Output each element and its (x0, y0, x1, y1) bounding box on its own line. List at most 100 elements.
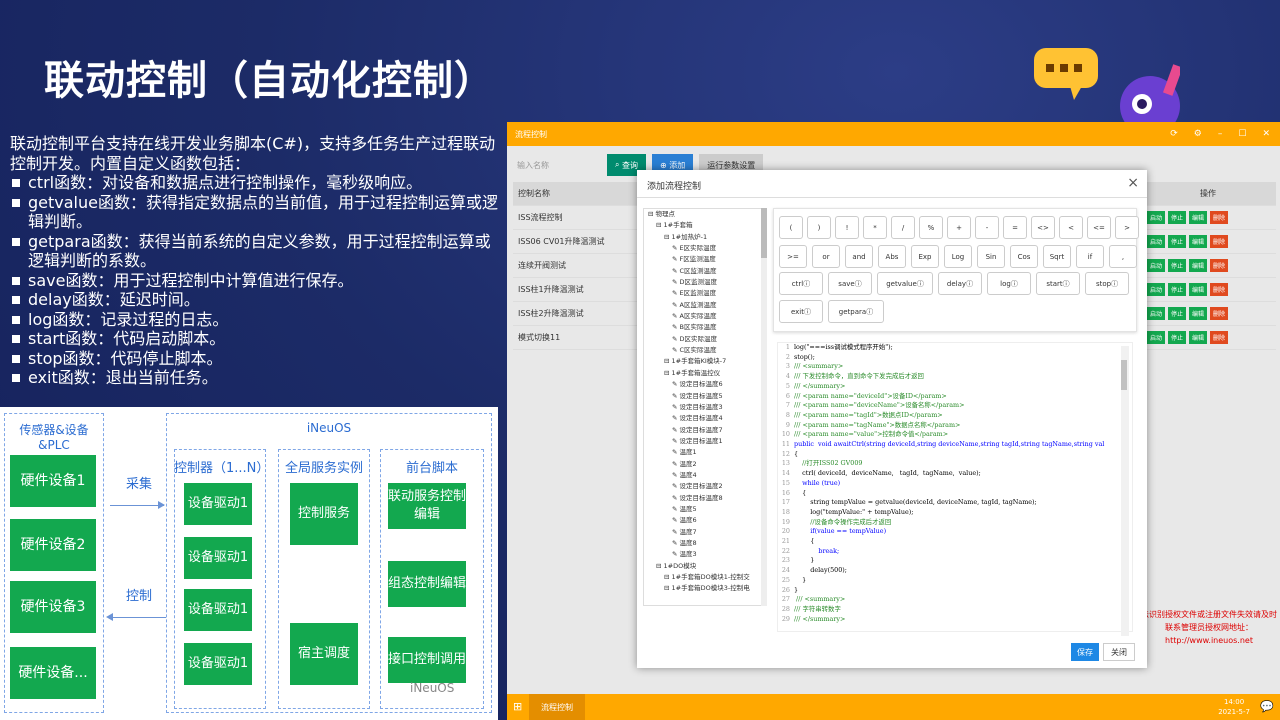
code-editor[interactable]: 1 log("===iss调试模式程序开始"); 2 stop(); 3 /// <sum… (777, 342, 1133, 632)
windows-start-icon[interactable]: ⊞ (513, 700, 522, 713)
func-button[interactable]: - (975, 216, 999, 239)
tree-node[interactable]: ⊟ 物理点 (644, 209, 766, 220)
tree-node[interactable]: ✎ D区实际温度 (644, 334, 766, 345)
close-icon[interactable]: ✕ (1262, 129, 1270, 139)
tree-node[interactable]: ✎ 设定目标温度8 (644, 493, 766, 504)
taskbar-task[interactable]: 流程控制 (529, 694, 585, 720)
tree-node[interactable]: ✎ 设定目标温度6 (644, 379, 766, 390)
tree-node[interactable]: ✎ 温度5 (644, 504, 766, 515)
row-action-button[interactable]: 启动 (1146, 307, 1165, 320)
notification-icon[interactable]: 💬 (1260, 700, 1274, 713)
tree-node[interactable]: ✎ 设定目标温度4 (644, 413, 766, 424)
func-button[interactable]: Exp (911, 245, 939, 268)
tree-node[interactable]: ✎ 设定目标温度1 (644, 436, 766, 447)
func-button[interactable]: > (1115, 216, 1139, 239)
func-button[interactable]: exit ⓘ (779, 300, 823, 323)
row-action-button[interactable]: 编辑 (1188, 235, 1207, 248)
name-search-input[interactable]: 输入名称 (513, 154, 601, 176)
code-scrollbar[interactable] (1121, 346, 1129, 636)
func-button[interactable]: delay ⓘ (938, 272, 982, 295)
maximize-icon[interactable]: ☐ (1238, 129, 1246, 139)
func-button[interactable]: ! (835, 216, 859, 239)
row-action-button[interactable]: 启动 (1146, 235, 1165, 248)
row-action-button[interactable]: 启动 (1146, 331, 1165, 344)
row-action-button[interactable]: 删除 (1209, 331, 1228, 344)
row-action-button[interactable]: 停止 (1167, 307, 1186, 320)
settings-icon[interactable]: ⚙ (1194, 129, 1202, 139)
tree-scrollbar[interactable] (761, 208, 767, 606)
func-button[interactable]: Cos (1010, 245, 1038, 268)
func-button[interactable]: getpara ⓘ (828, 300, 884, 323)
tree-node[interactable]: ✎ E区监测温度 (644, 288, 766, 299)
func-button[interactable]: + (947, 216, 971, 239)
row-action-button[interactable]: 启动 (1146, 283, 1165, 296)
refresh-icon[interactable]: ⟳ (1170, 129, 1178, 139)
row-action-button[interactable]: 启动 (1146, 259, 1165, 272)
close-button[interactable]: 关闭 (1103, 643, 1135, 661)
row-action-button[interactable]: 停止 (1167, 235, 1186, 248)
tree-node[interactable]: ✎ F区监测温度 (644, 254, 766, 265)
save-button[interactable]: 保存 (1071, 643, 1099, 661)
tree-node[interactable]: ✎ E区实际温度 (644, 243, 766, 254)
func-button[interactable]: / (891, 216, 915, 239)
func-button[interactable]: ( (779, 216, 803, 239)
tree-node[interactable]: ✎ 温度4 (644, 470, 766, 481)
tree-node[interactable]: ✎ 温度3 (644, 549, 766, 560)
func-button[interactable]: stop ⓘ (1085, 272, 1129, 295)
row-action-button[interactable]: 编辑 (1188, 259, 1207, 272)
func-button[interactable]: if (1076, 245, 1104, 268)
tree-node[interactable]: ✎ 设定目标温度5 (644, 391, 766, 402)
func-button[interactable]: Sin (977, 245, 1005, 268)
row-action-button[interactable]: 编辑 (1188, 307, 1207, 320)
tree-node[interactable]: ⊟ 1#手套箱温控仪 (644, 368, 766, 379)
func-button[interactable]: log ⓘ (987, 272, 1031, 295)
func-button[interactable]: <> (1031, 216, 1055, 239)
func-button[interactable]: , (1109, 245, 1137, 268)
tree-node[interactable]: ⊟ 1#手套箱 (644, 220, 766, 231)
tree-node[interactable]: ✎ 温度2 (644, 459, 766, 470)
row-action-button[interactable]: 编辑 (1188, 331, 1207, 344)
tree-node[interactable]: ✎ B区实际温度 (644, 322, 766, 333)
row-action-button[interactable]: 停止 (1167, 259, 1186, 272)
func-button[interactable]: Sqrt (1043, 245, 1071, 268)
tree-node[interactable]: ✎ 设定目标温度2 (644, 481, 766, 492)
tree-node[interactable]: ✎ A区监测温度 (644, 300, 766, 311)
minimize-icon[interactable]: – (1218, 129, 1223, 139)
func-button[interactable]: and (845, 245, 873, 268)
func-button[interactable]: getvalue ⓘ (877, 272, 933, 295)
func-button[interactable]: <= (1087, 216, 1111, 239)
func-button[interactable]: or (812, 245, 840, 268)
row-action-button[interactable]: 停止 (1167, 331, 1186, 344)
row-action-button[interactable]: 停止 (1167, 211, 1186, 224)
func-button[interactable]: ) (807, 216, 831, 239)
row-action-button[interactable]: 启动 (1146, 211, 1165, 224)
row-action-button[interactable]: 删除 (1209, 259, 1228, 272)
tree-node[interactable]: ✎ 设定目标温度7 (644, 425, 766, 436)
dialog-close-icon[interactable]: × (1127, 175, 1139, 191)
func-button[interactable]: < (1059, 216, 1083, 239)
func-button[interactable]: = (1003, 216, 1027, 239)
tree-node[interactable]: ⊟ 1#DO模块 (644, 561, 766, 572)
tree-node[interactable]: ✎ 设定目标温度3 (644, 402, 766, 413)
func-button[interactable]: Abs (878, 245, 906, 268)
tree-node[interactable]: ⊟ 1#手套箱KI模块-7 (644, 356, 766, 367)
func-button[interactable]: >= (779, 245, 807, 268)
tree-node[interactable]: ✎ A区实际温度 (644, 311, 766, 322)
row-action-button[interactable]: 删除 (1209, 283, 1228, 296)
row-action-button[interactable]: 删除 (1209, 307, 1228, 320)
tree-node[interactable]: ✎ C区实际温度 (644, 345, 766, 356)
func-button[interactable]: % (919, 216, 943, 239)
func-button[interactable]: Log (944, 245, 972, 268)
tree-node[interactable]: ✎ 温度7 (644, 527, 766, 538)
tree-node[interactable]: ✎ 温度8 (644, 538, 766, 549)
tree-node[interactable]: ✎ D区监测温度 (644, 277, 766, 288)
tree-node[interactable]: ✎ 温度6 (644, 515, 766, 526)
func-button[interactable]: * (863, 216, 887, 239)
func-button[interactable]: save ⓘ (828, 272, 872, 295)
tag-tree[interactable]: ⊟ 物理点 ⊟ 1#手套箱 ⊟ 1#加热炉-1 ✎ E区实际温度 ✎ F区监测温度 ✎ C… (643, 208, 767, 606)
row-action-button[interactable]: 停止 (1167, 283, 1186, 296)
row-action-button[interactable]: 编辑 (1188, 283, 1207, 296)
row-action-button[interactable]: 删除 (1209, 235, 1228, 248)
row-action-button[interactable]: 编辑 (1188, 211, 1207, 224)
tree-node[interactable]: ⊟ 1#加热炉-1 (644, 232, 766, 243)
